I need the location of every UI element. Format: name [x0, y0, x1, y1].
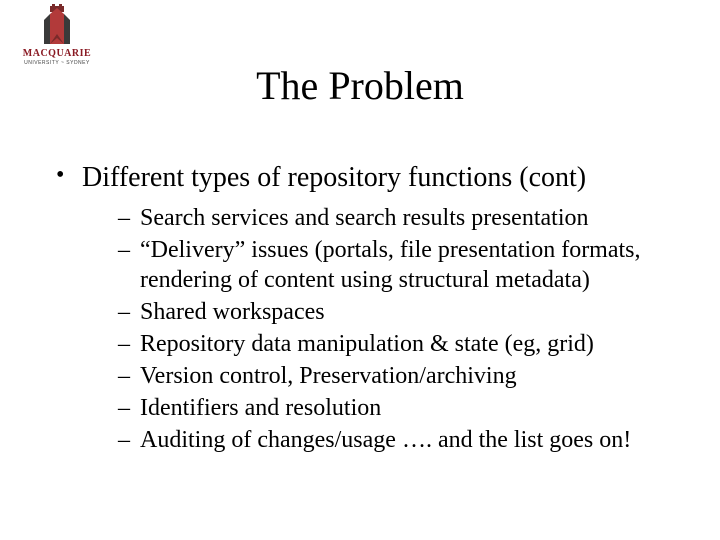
- bullet-level2-item: Version control, Preservation/archiving: [118, 361, 710, 391]
- bullet-text: Different types of repository functions …: [82, 162, 586, 193]
- bullet-level2-item: “Delivery” issues (portals, file present…: [118, 235, 710, 295]
- logo-title: MACQUARIE: [12, 48, 102, 59]
- bullet-list-level1: Different types of repository functions …: [54, 160, 710, 455]
- bullet-level2-item: Identifiers and resolution: [118, 393, 710, 423]
- bullet-level1-item: Different types of repository functions …: [54, 160, 710, 455]
- bullet-level2-item: Search services and search results prese…: [118, 203, 710, 233]
- crest-icon: [36, 4, 78, 46]
- bullet-list-level2: Search services and search results prese…: [82, 203, 710, 455]
- slide-body: Different types of repository functions …: [54, 160, 710, 469]
- slide: MACQUARIE UNIVERSITY ~ SYDNEY The Proble…: [0, 0, 720, 540]
- slide-title: The Problem: [0, 62, 720, 109]
- university-logo: MACQUARIE UNIVERSITY ~ SYDNEY: [12, 4, 102, 66]
- bullet-level2-item: Auditing of changes/usage …. and the lis…: [118, 425, 710, 455]
- bullet-level2-item: Shared workspaces: [118, 297, 710, 327]
- bullet-level2-item: Repository data manipulation & state (eg…: [118, 329, 710, 359]
